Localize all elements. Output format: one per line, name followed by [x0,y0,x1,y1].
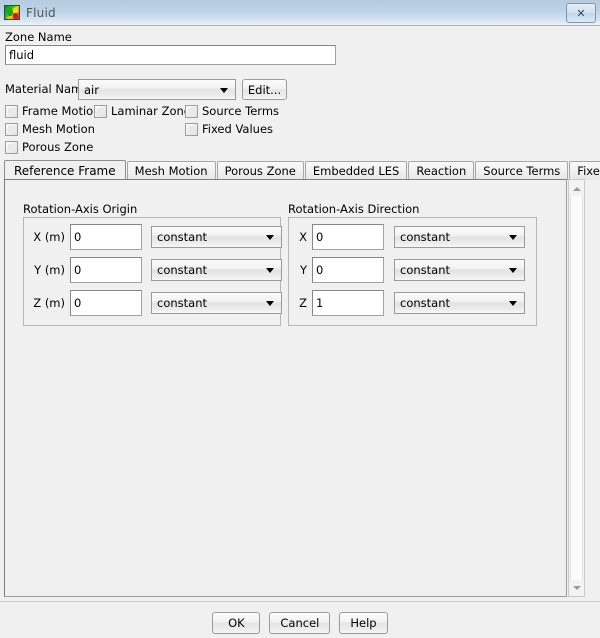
triangle-down-icon [572,585,581,590]
chevron-down-icon [509,301,517,306]
direction-z-method-value: constant [400,296,450,310]
origin-x-method-dropdown[interactable]: constant [151,226,282,248]
footer-separator [0,601,600,602]
checkbox-porous-zone[interactable]: Porous Zone [5,140,93,154]
tab-porous-zone[interactable]: Porous Zone [216,161,304,180]
checkbox-icon [185,122,198,136]
chevron-down-icon [509,235,517,240]
tab-fixed-values[interactable]: Fixed Values [569,161,600,180]
chevron-down-icon [509,268,517,273]
direction-x-input[interactable] [312,224,384,250]
contour-plot-icon [4,5,20,20]
origin-x-input[interactable] [70,224,142,250]
direction-x-method-value: constant [400,230,450,244]
edit-material-button[interactable]: Edit... [242,79,287,100]
tab-source-terms[interactable]: Source Terms [475,161,569,180]
chevron-down-icon [266,268,274,273]
zone-name-label: Zone Name [5,30,72,44]
chevron-down-icon [266,235,274,240]
checkbox-icon [5,140,18,154]
direction-y-label: Y [299,263,307,277]
direction-x-label: X [299,230,307,244]
tab-reference-frame[interactable]: Reference Frame [4,160,126,180]
scroll-down-button[interactable] [569,580,584,595]
checkbox-label: Laminar Zone [111,104,191,118]
origin-row-y: Y (m) constant [29,257,282,283]
scroll-up-button[interactable] [569,181,584,196]
direction-y-method-value: constant [400,263,450,277]
checkbox-laminar-zone[interactable]: Laminar Zone [94,104,191,118]
rotation-axis-origin-title: Rotation-Axis Origin [23,202,138,216]
checkbox-icon [94,104,107,118]
title-bar: Fluid ✕ [0,0,600,26]
direction-row-x: X constant [295,224,525,250]
checkbox-label: Source Terms [202,104,280,118]
direction-z-label: Z [299,296,307,310]
origin-z-method-dropdown[interactable]: constant [151,292,282,314]
material-name-label: Material Name [5,82,90,96]
origin-z-label: Z (m) [33,296,65,310]
checkbox-label: Porous Zone [22,140,94,154]
material-name-dropdown[interactable]: air [78,79,236,100]
rotation-axis-direction-title: Rotation-Axis Direction [288,202,420,216]
direction-y-input[interactable] [312,257,384,283]
origin-z-input[interactable] [70,290,142,316]
origin-x-method-value: constant [157,230,207,244]
cancel-button[interactable]: Cancel [269,612,331,634]
checkbox-frame-motion[interactable]: Frame Motion [5,104,100,118]
chevron-down-icon [220,87,228,93]
origin-y-label: Y (m) [34,263,65,277]
checkbox-icon [185,104,198,118]
origin-y-method-dropdown[interactable]: constant [151,259,282,281]
chevron-down-icon [266,301,274,306]
direction-z-method-dropdown[interactable]: constant [394,292,525,314]
checkbox-fixed-values[interactable]: Fixed Values [185,122,273,136]
checkbox-mesh-motion[interactable]: Mesh Motion [5,122,95,136]
tab-mesh-motion[interactable]: Mesh Motion [126,161,216,180]
help-button[interactable]: Help [339,612,388,634]
checkbox-source-terms[interactable]: Source Terms [185,104,279,118]
direction-row-z: Z constant [295,290,525,316]
tab-reaction[interactable]: Reaction [408,161,475,180]
ok-button[interactable]: OK [212,612,261,634]
origin-row-z: Z (m) constant [29,290,282,316]
tab-embedded-les[interactable]: Embedded LES [304,161,408,180]
dialog-buttons: OK Cancel Help [0,608,600,638]
checkbox-label: Frame Motion [22,104,101,118]
scrollbar-track[interactable] [570,196,583,580]
close-icon[interactable]: ✕ [566,3,596,23]
direction-y-method-dropdown[interactable]: constant [394,259,525,281]
vertical-scrollbar[interactable] [568,179,585,597]
origin-y-method-value: constant [157,263,207,277]
direction-row-y: Y constant [295,257,525,283]
checkbox-icon [5,122,18,136]
checkbox-icon [5,104,18,118]
tab-content-panel: Rotation-Axis Origin X (m) constant Y (m… [4,179,567,597]
direction-x-method-dropdown[interactable]: constant [394,226,525,248]
zone-name-input[interactable] [5,45,336,65]
origin-row-x: X (m) constant [29,224,282,250]
window-title: Fluid [26,5,56,20]
triangle-up-icon [572,186,581,191]
origin-z-method-value: constant [157,296,207,310]
tab-bar: Reference Frame Mesh Motion Porous Zone … [4,160,600,180]
checkbox-label: Fixed Values [202,122,274,136]
material-name-value: air [84,82,99,97]
origin-y-input[interactable] [70,257,142,283]
origin-x-label: X (m) [33,230,65,244]
checkbox-label: Mesh Motion [22,122,95,136]
direction-z-input[interactable] [312,290,384,316]
